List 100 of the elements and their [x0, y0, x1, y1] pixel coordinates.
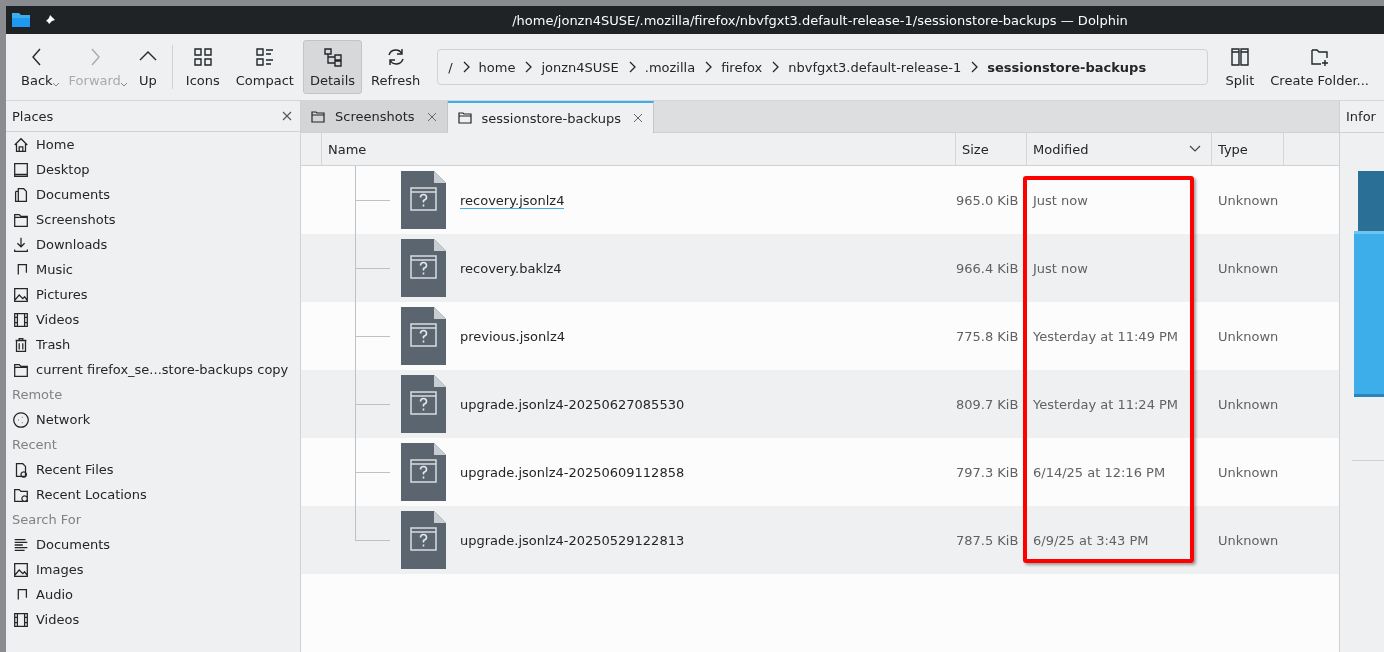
- place-item[interactable]: current firefox_se...store-backups copy: [6, 357, 300, 382]
- videos-icon: [12, 610, 30, 629]
- place-item[interactable]: Recent Locations: [6, 482, 300, 507]
- back-button[interactable]: Back: [14, 40, 60, 94]
- size-cell-text: 787.5 KiB: [956, 532, 1020, 548]
- close-icon[interactable]: [426, 111, 437, 122]
- column-header[interactable]: Type: [1212, 133, 1284, 165]
- place-item[interactable]: Images: [6, 557, 300, 582]
- type-cell-text: Unknown: [1217, 464, 1280, 480]
- columns-icon: [1228, 46, 1251, 68]
- place-item[interactable]: Documents: [6, 182, 300, 207]
- modified-cell-text: Just now: [1031, 260, 1089, 276]
- breadcrumb-item[interactable]: sessionstore-backups: [987, 59, 1147, 75]
- unknown-file-icon: [401, 307, 446, 365]
- modified-cell-text: 6/9/25 at 3:43 PM: [1032, 532, 1150, 548]
- unknown-file-icon: [401, 511, 446, 569]
- new-folder-button[interactable]: Create Folder...: [1263, 40, 1376, 94]
- type-cell-text: Unknown: [1217, 328, 1280, 344]
- chevron-icon: [524, 61, 533, 73]
- modified-cell-text: Yesterday at 11:24 PM: [1032, 396, 1180, 412]
- folder-icon: [457, 112, 472, 124]
- close-icon[interactable]: [282, 111, 292, 121]
- section-heading: Remote: [11, 386, 64, 404]
- breadcrumb-item[interactable]: nbvfgxt3.default-release-1: [788, 59, 962, 75]
- unknown-file-icon: [401, 443, 446, 501]
- up-button[interactable]: Up: [129, 40, 166, 94]
- download-icon: [12, 235, 30, 254]
- file-name[interactable]: upgrade.jsonlz4-20250529122813: [460, 532, 685, 549]
- breadcrumb-item[interactable]: home: [478, 59, 516, 75]
- place-item[interactable]: Screenshots: [6, 207, 300, 232]
- panel-title: Infor: [1346, 109, 1376, 124]
- details-icon: [321, 46, 344, 68]
- unknown-file-icon: [401, 171, 446, 229]
- pin-icon[interactable]: [44, 14, 56, 26]
- modified-cell-text: Just now: [1031, 192, 1089, 208]
- breadcrumb-item[interactable]: .mozilla: [644, 59, 696, 75]
- chevron-icon: [704, 61, 713, 73]
- sort-caret-icon: [1189, 145, 1201, 153]
- breadcrumb-item[interactable]: /: [448, 59, 453, 75]
- window-title: /home/jonzn4SUSE/.mozilla/firefox/nbvfgxt3.default-release-1/sessionstore-backups — Dolphin: [511, 12, 1129, 28]
- column-header[interactable]: Modified: [1027, 133, 1212, 165]
- documents-icon: [12, 185, 30, 204]
- place-item[interactable]: Music: [6, 257, 300, 282]
- type-cell-text: Unknown: [1217, 260, 1280, 276]
- place-item[interactable]: Downloads: [6, 232, 300, 257]
- panel-title: Places: [12, 108, 54, 124]
- tab[interactable]: Screenshots: [301, 101, 448, 132]
- icons-button[interactable]: Icons: [178, 40, 227, 94]
- breadcrumb-item[interactable]: firefox: [721, 59, 763, 75]
- details-button[interactable]: Details: [302, 40, 363, 94]
- chevron-icon: [771, 61, 780, 73]
- place-item[interactable]: Pictures: [6, 282, 300, 307]
- place-item[interactable]: Videos: [6, 307, 300, 332]
- folder-icon: [311, 110, 325, 123]
- file-name[interactable]: upgrade.jsonlz4-20250627085530: [460, 396, 685, 413]
- desktop-icon: [12, 160, 30, 179]
- file-name[interactable]: upgrade.jsonlz4-20250609112858: [460, 464, 685, 481]
- network-icon: [12, 410, 30, 429]
- modified-cell-text: Yesterday at 11:49 PM: [1032, 328, 1180, 344]
- location-bar[interactable]: / home jonzn4SUSE .mozilla firefox nbvfgxt3.default-release-1 sessionstore-backups: [437, 49, 1209, 85]
- size-cell-text: 775.8 KiB: [956, 328, 1020, 344]
- type-cell-text: Unknown: [1217, 396, 1280, 412]
- modified-cell-text: 6/14/25 at 12:16 PM: [1032, 464, 1167, 480]
- file-name[interactable]: recovery.jsonlz4: [460, 192, 565, 209]
- section-heading: Recent: [11, 436, 58, 454]
- videos-icon: [12, 310, 30, 329]
- section-heading: Search For: [11, 511, 83, 529]
- size-cell-text: 965.0 KiB: [956, 192, 1020, 208]
- place-item[interactable]: Home: [6, 132, 300, 157]
- unknown-file-icon: [401, 375, 446, 433]
- compact-button[interactable]: Compact: [228, 40, 301, 94]
- chevron-icon: [461, 61, 470, 73]
- chevron-icon: [627, 61, 636, 73]
- type-cell-text: Unknown: [1217, 192, 1280, 208]
- place-item[interactable]: Videos: [6, 607, 300, 632]
- column-header[interactable]: Size: [956, 133, 1027, 165]
- unknown-file-icon: [401, 239, 446, 297]
- folder-icon: [11, 12, 31, 28]
- place-item[interactable]: Trash: [6, 332, 300, 357]
- place-item[interactable]: Desktop: [6, 157, 300, 182]
- file-name[interactable]: recovery.baklz4: [460, 260, 562, 277]
- close-icon[interactable]: [633, 113, 643, 123]
- column-header[interactable]: Name: [322, 133, 956, 165]
- pictures-icon: [12, 560, 30, 579]
- place-item[interactable]: Audio: [6, 582, 300, 607]
- folder-plus-icon: [1308, 46, 1331, 68]
- split-button[interactable]: Split: [1218, 40, 1262, 94]
- place-item[interactable]: Documents: [6, 532, 300, 557]
- compact-icon: [253, 46, 276, 68]
- chevron-icon: [970, 61, 979, 73]
- file-name[interactable]: previous.jsonlz4: [460, 328, 565, 345]
- place-item[interactable]: Recent Files: [6, 457, 300, 482]
- size-cell-text: 966.4 KiB: [956, 260, 1020, 276]
- refresh-button[interactable]: Refresh: [364, 40, 428, 94]
- home-icon: [12, 135, 30, 154]
- tab[interactable]: sessionstore-backups: [447, 101, 654, 133]
- type-cell-text: Unknown: [1217, 532, 1280, 548]
- size-cell-text: 809.7 KiB: [956, 396, 1020, 412]
- breadcrumb-item[interactable]: jonzn4SUSE: [541, 59, 619, 75]
- place-item[interactable]: Network: [6, 407, 300, 432]
